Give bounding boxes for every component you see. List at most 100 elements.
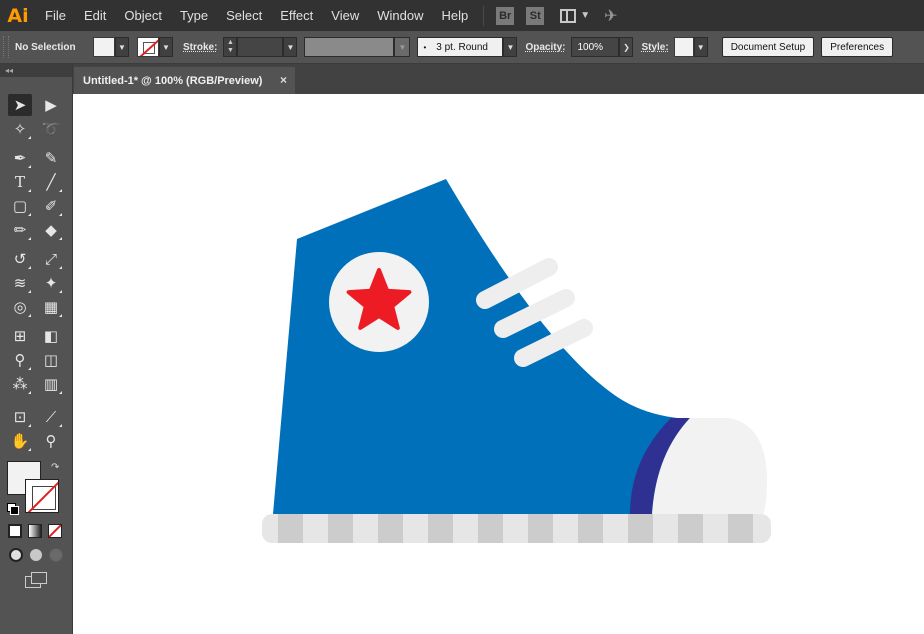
menu-bar: Ai File Edit Object Type Select Effect V… [0,0,924,31]
sole-stripe [528,514,553,543]
shaper-tool-icon[interactable]: ✏ [8,219,32,241]
selection-status: No Selection [15,41,76,53]
draw-behind-icon[interactable] [29,548,43,562]
profile-dropdown[interactable]: ▼ [394,37,411,57]
magic-wand-tool-icon[interactable]: ✧ [8,118,32,140]
fill-swatch[interactable] [93,37,115,57]
sole-stripe [478,514,503,543]
eraser-tool-icon[interactable]: ◆ [39,219,63,241]
stroke-dropdown[interactable]: ▼ [159,37,173,57]
default-fill-stroke-icon[interactable] [7,503,19,515]
workspace-switcher-icon[interactable] [560,8,577,23]
direct-selection-tool-icon[interactable]: ▶ [39,94,63,116]
style-label[interactable]: Style: [641,42,668,53]
stroke-weight-dropdown[interactable]: ▼ [283,37,298,57]
shoe-sole [262,514,771,543]
line-segment-tool-icon[interactable]: ╱ [39,171,63,193]
brush-definition-field[interactable]: • 3 pt. Round [417,37,504,57]
preferences-button[interactable]: Preferences [821,37,894,57]
gradient-mode-icon[interactable] [28,524,42,538]
swap-fill-stroke-icon[interactable]: ↷ [51,462,59,473]
stroke-color-box[interactable] [25,479,59,513]
hand-tool-icon[interactable]: ✋ [8,430,32,452]
rectangle-tool-icon[interactable]: ▢ [8,195,32,217]
sole-stripe [578,514,603,543]
menu-select[interactable]: Select [217,0,271,31]
symbol-sprayer-tool-icon[interactable]: ⁂ [8,373,32,395]
perspective-grid-tool-icon[interactable]: ▦ [39,296,63,318]
puppet-warp-tool-icon[interactable]: ✦ [39,272,63,294]
opacity-slider-arrow[interactable]: ❯ [619,37,634,57]
close-icon[interactable]: × [280,73,287,87]
menu-window[interactable]: Window [368,0,432,31]
eyedropper-tool-icon[interactable]: ⚲ [8,349,32,371]
slice-tool-icon[interactable]: ⟋ [39,406,63,428]
sole-stripe [328,514,353,543]
gpu-performance-icon[interactable]: ✈ [604,6,617,26]
tools-panel: ◂◂ ➤ ▶ ✧ ➰ ✒ ✎ T ╱ ▢ ✐ ✏ ◆ ↺ ⤢ ≋ ✦ ◎ ▦ ⊞… [0,64,73,634]
stroke-weight-field[interactable] [237,37,284,57]
sole-stripe [428,514,453,543]
shape-builder-tool-icon[interactable]: ◎ [8,296,32,318]
sole-stripe [378,514,403,543]
menu-effect[interactable]: Effect [271,0,322,31]
shoe-upper [273,179,688,514]
sole-stripe [628,514,653,543]
selection-tool-icon[interactable]: ➤ [8,94,32,116]
document-tab-bar: Untitled-1* @ 100% (RGB/Preview) × [73,64,924,94]
graphic-style-dropdown[interactable]: ▼ [693,37,708,57]
tools-collapse[interactable]: ◂◂ [0,64,72,77]
document-tab[interactable]: Untitled-1* @ 100% (RGB/Preview) × [74,67,295,94]
curvature-tool-icon[interactable]: ✎ [39,147,63,169]
menu-edit[interactable]: Edit [75,0,115,31]
menu-file[interactable]: File [36,0,75,31]
lasso-tool-icon[interactable]: ➰ [39,118,63,140]
menu-object[interactable]: Object [115,0,171,31]
artboard-canvas[interactable] [73,94,924,634]
pen-tool-icon[interactable]: ✒ [8,147,32,169]
opacity-label[interactable]: Opacity: [525,42,565,53]
brush-dropdown[interactable]: ▼ [503,37,518,57]
mesh-tool-icon[interactable]: ⊞ [8,325,32,347]
screen-mode-icon[interactable] [25,572,47,588]
menu-separator [483,5,485,26]
bridge-icon[interactable]: Br [496,6,515,25]
paintbrush-tool-icon[interactable]: ✐ [39,195,63,217]
menu-type[interactable]: Type [171,0,217,31]
panel-grip[interactable] [3,36,9,58]
menu-view[interactable]: View [322,0,368,31]
color-mode-icon[interactable] [8,524,22,538]
brush-label: 3 pt. Round [436,41,488,53]
stroke-swatch[interactable] [137,37,159,57]
zoom-tool-icon[interactable]: ⚲ [39,430,63,452]
draw-normal-icon[interactable] [9,548,23,562]
control-bar: No Selection ▼ ▼ Stroke: ▲ ▼ ▼ ▼ • 3 pt. … [0,31,924,64]
graphic-style-swatch[interactable] [673,37,694,57]
blend-tool-icon[interactable]: ◫ [39,349,63,371]
opacity-field[interactable]: 100% [571,37,620,57]
rotate-tool-icon[interactable]: ↺ [8,248,32,270]
width-tool-icon[interactable]: ≋ [8,272,32,294]
sneaker-artwork [262,179,771,543]
sole-stripe [678,514,703,543]
fill-dropdown[interactable]: ▼ [115,37,129,57]
draw-inside-icon[interactable] [49,548,63,562]
artboard-tool-icon[interactable]: ⊡ [8,406,32,428]
document-tab-title: Untitled-1* @ 100% (RGB/Preview) [83,74,263,87]
sole-stripe [728,514,753,543]
stroke-label[interactable]: Stroke: [183,42,217,53]
sole-stripe [278,514,303,543]
document-setup-button[interactable]: Document Setup [721,37,815,57]
scale-tool-icon[interactable]: ⤢ [39,248,63,270]
none-mode-icon[interactable] [48,524,62,538]
stroke-weight-stepper[interactable]: ▲ ▼ [223,37,238,57]
stock-icon[interactable]: St [526,6,545,25]
type-tool-icon[interactable]: T [8,171,32,193]
menu-help[interactable]: Help [432,0,477,31]
app-logo: Ai [7,4,29,27]
gradient-tool-icon[interactable]: ◧ [39,325,63,347]
column-graph-tool-icon[interactable]: ▥ [39,373,63,395]
variable-width-profile[interactable] [304,37,395,57]
chevron-down-icon[interactable]: ▼ [580,10,590,21]
brush-dot-icon: • [423,42,427,52]
